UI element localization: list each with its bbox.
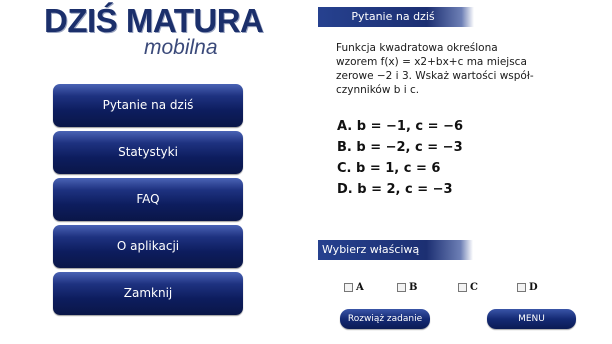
question-line: Funkcja kwadratowa określona [336,42,498,54]
choice-c[interactable]: C [458,282,478,294]
menu-button-label: Zamknij [123,286,173,300]
choice-d-label: D [529,282,538,293]
menu-button-label: FAQ [136,192,160,206]
choice-d[interactable]: D [517,282,538,294]
logo-title: DZIŚ MATURA [44,2,264,39]
choice-a[interactable]: A [344,282,364,294]
choose-answer-header-label: Wybierz właściwą odpowiedź [318,243,420,276]
choice-c-label: C [470,282,478,293]
choice-b[interactable]: B [397,282,417,294]
answer-option-c: C. b = 1, c = 6 [337,161,441,176]
question-line: czynników b i c. [336,84,420,96]
menu-button-question-of-day[interactable]: Pytanie na dziś [53,84,243,127]
menu-button-label: Statystyki [118,145,178,159]
choice-b-label: B [409,282,418,293]
choice-a-label: A [356,282,364,293]
logo-subtitle: mobilna [144,36,218,59]
question-text: Funkcja kwadratowa określona wzorem f(x)… [336,41,576,97]
menu-button-about[interactable]: O aplikacji [53,225,243,268]
answer-option-a: A. b = −1, c = −6 [337,119,464,134]
checkbox-d[interactable] [517,283,526,292]
menu-button-faq[interactable]: FAQ [53,178,243,221]
checkbox-c[interactable] [458,283,467,292]
menu-button-close[interactable]: Zamknij [53,272,243,315]
answer-option-d: D. b = 2, c = −3 [337,182,453,197]
question-header: Pytanie na dziś [318,7,474,27]
choose-answer-header: Wybierz właściwą odpowiedź [318,240,473,276]
question-line: wzorem f(x) = x2+bx+c ma miejsca [336,56,527,68]
answer-options: A. b = −1, c = −6 B. b = −2, c = −3 C. b… [337,116,463,200]
answer-option-b: B. b = −2, c = −3 [337,140,463,155]
main-menu: Pytanie na dziś Statystyki FAQ O aplikac… [53,84,243,319]
menu-button-label: O aplikacji [116,239,180,253]
checkbox-a[interactable] [344,283,353,292]
question-header-label: Pytanie na dziś [351,10,435,23]
menu-button-statistics[interactable]: Statystyki [53,131,243,174]
menu-button[interactable]: MENU [487,309,576,329]
checkbox-b[interactable] [397,283,406,292]
solve-task-button[interactable]: Rozwiąż zadanie [340,309,430,329]
question-line: zerowe −2 i 3. Wskaż wartości współ- [336,70,534,82]
app-logo: DZIŚ MATURA mobilna [44,0,264,62]
menu-button-label: Pytanie na dziś [102,98,194,112]
